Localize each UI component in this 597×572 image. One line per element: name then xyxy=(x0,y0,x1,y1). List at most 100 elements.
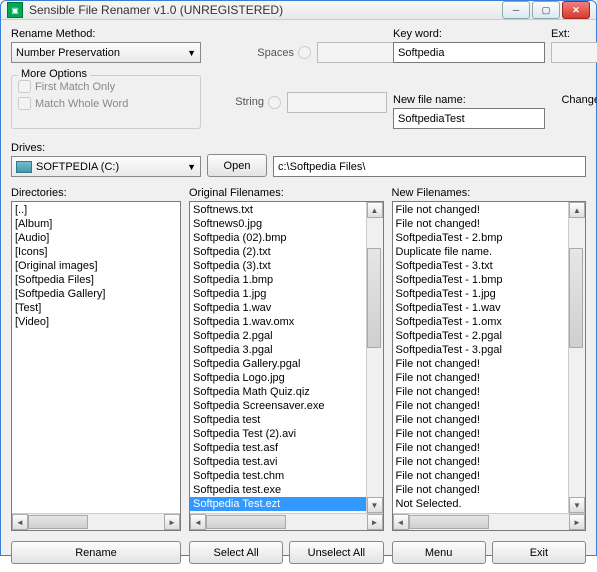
unselect-all-button[interactable]: Unselect All xyxy=(289,541,383,564)
list-item[interactable]: File not changed! xyxy=(393,399,569,413)
list-item[interactable]: File not changed! xyxy=(393,203,569,217)
list-item[interactable]: Duplicate file name. xyxy=(393,245,569,259)
list-item[interactable]: SoftpediaTest - 2.bmp xyxy=(393,231,569,245)
rename-method-value: Number Preservation xyxy=(16,47,120,59)
scroll-right-icon[interactable]: ► xyxy=(569,514,585,530)
scroll-up-icon[interactable]: ▲ xyxy=(569,202,585,218)
list-item[interactable]: File not changed! xyxy=(393,413,569,427)
string-radio-input xyxy=(268,96,281,109)
string-label: String xyxy=(235,96,264,108)
list-item[interactable]: Softnews.txt xyxy=(190,203,366,217)
list-item[interactable]: [Softpedia Gallery] xyxy=(12,287,180,301)
scroll-right-icon[interactable]: ► xyxy=(367,514,383,530)
list-item[interactable]: Softpedia 2.pgal xyxy=(190,329,366,343)
titlebar: ▣ Sensible File Renamer v1.0 (UNREGISTER… xyxy=(1,1,596,20)
vscrollbar[interactable]: ▲ ▼ xyxy=(568,202,585,513)
hscrollbar[interactable]: ◄ ► xyxy=(393,513,586,530)
list-item[interactable]: SoftpediaTest - 3.txt xyxy=(393,259,569,273)
list-item[interactable]: Softpedia (02).bmp xyxy=(190,231,366,245)
scroll-left-icon[interactable]: ◄ xyxy=(190,514,206,530)
list-item[interactable]: SoftpediaTest - 1.omx xyxy=(393,315,569,329)
maximize-button[interactable]: ▢ xyxy=(532,1,560,19)
list-item[interactable]: SoftpediaTest - 2.pgal xyxy=(393,329,569,343)
list-item[interactable]: [Video] xyxy=(12,315,180,329)
list-item[interactable]: Softpedia 1.jpg xyxy=(190,287,366,301)
spaces-radio[interactable]: Spaces xyxy=(257,46,311,59)
scroll-left-icon[interactable]: ◄ xyxy=(393,514,409,530)
scroll-right-icon[interactable]: ► xyxy=(164,514,180,530)
list-item[interactable]: File not changed! xyxy=(393,371,569,385)
list-item[interactable]: Softpedia 3.pgal xyxy=(190,343,366,357)
scroll-left-icon[interactable]: ◄ xyxy=(12,514,28,530)
list-item[interactable]: File not changed! xyxy=(393,427,569,441)
minimize-button[interactable]: ─ xyxy=(502,1,530,19)
list-item[interactable]: Softpedia Logo.jpg xyxy=(190,371,366,385)
list-item[interactable]: Softpedia 1.bmp xyxy=(190,273,366,287)
ext-label: Ext: xyxy=(551,28,597,40)
list-item[interactable]: Softpedia (2).txt xyxy=(190,245,366,259)
open-button[interactable]: Open xyxy=(207,154,267,177)
list-item[interactable]: SoftpediaTest - 3.pgal xyxy=(393,343,569,357)
string-radio[interactable]: String xyxy=(235,96,281,109)
new-filename-input[interactable] xyxy=(393,108,545,129)
original-files-list[interactable]: Softnews.txtSoftnews0.jpgSoftpedia (02).… xyxy=(189,201,384,531)
scroll-down-icon[interactable]: ▼ xyxy=(569,497,585,513)
list-item[interactable]: Softpedia test xyxy=(190,413,366,427)
list-item[interactable]: File not changed! xyxy=(393,469,569,483)
list-item[interactable]: File not changed! xyxy=(393,385,569,399)
list-item[interactable]: Softpedia (3).txt xyxy=(190,259,366,273)
directories-list[interactable]: [..][Album][Audio][Icons][Original image… xyxy=(11,201,181,531)
list-item[interactable]: Softpedia Math Quiz.qiz xyxy=(190,385,366,399)
exit-button[interactable]: Exit xyxy=(492,541,586,564)
list-item[interactable]: Softpedia test.chm xyxy=(190,469,366,483)
new-files-list[interactable]: File not changed!File not changed!Softpe… xyxy=(392,201,587,531)
list-item[interactable]: File not changed! xyxy=(393,483,569,497)
list-item[interactable]: [..] xyxy=(12,203,180,217)
list-item[interactable]: [Test] xyxy=(12,301,180,315)
list-item[interactable]: Softpedia test.exe xyxy=(190,483,366,497)
list-item[interactable]: Softpedia Gallery.pgal xyxy=(190,357,366,371)
list-item[interactable]: Softpedia Test.ezt xyxy=(190,497,366,511)
scroll-down-icon[interactable]: ▼ xyxy=(367,497,383,513)
list-item[interactable]: File not changed! xyxy=(393,357,569,371)
select-all-button[interactable]: Select All xyxy=(189,541,283,564)
list-item[interactable]: File not changed! xyxy=(393,455,569,469)
list-item[interactable]: Softpedia test.avi xyxy=(190,455,366,469)
list-item[interactable]: File not changed! xyxy=(393,217,569,231)
drives-combo[interactable]: SOFTPEDIA (C:) ▼ xyxy=(11,156,201,177)
drive-icon xyxy=(16,161,32,173)
chevron-down-icon: ▼ xyxy=(187,48,196,58)
list-item[interactable]: [Original images] xyxy=(12,259,180,273)
list-item[interactable]: Softpedia 1.wav xyxy=(190,301,366,315)
vscrollbar[interactable]: ▲ ▼ xyxy=(366,202,383,513)
list-item[interactable]: Softpedia Screensaver.exe xyxy=(190,399,366,413)
change-ext-checkbox[interactable]: Change Ext. xyxy=(561,93,597,106)
more-options-title: More Options xyxy=(18,68,90,80)
rename-method-combo[interactable]: Number Preservation ▼ xyxy=(11,42,201,63)
list-item[interactable]: SoftpediaTest - 1.jpg xyxy=(393,287,569,301)
list-item[interactable]: SoftpediaTest - 1.bmp xyxy=(393,273,569,287)
list-item[interactable]: [Audio] xyxy=(12,231,180,245)
hscrollbar[interactable]: ◄ ► xyxy=(190,513,383,530)
spaces-label: Spaces xyxy=(257,47,294,59)
window-title: Sensible File Renamer v1.0 (UNREGISTERED… xyxy=(29,3,502,17)
list-item[interactable]: [Album] xyxy=(12,217,180,231)
list-item[interactable]: Softpedia Test (2).avi xyxy=(190,427,366,441)
list-item[interactable]: [Icons] xyxy=(12,245,180,259)
list-item[interactable]: [Softpedia Files] xyxy=(12,273,180,287)
keyword-input[interactable] xyxy=(393,42,545,63)
list-item[interactable]: Softnews0.jpg xyxy=(190,217,366,231)
path-input[interactable] xyxy=(273,156,586,177)
list-item[interactable]: Softpedia test.asf xyxy=(190,441,366,455)
rename-button[interactable]: Rename xyxy=(11,541,181,564)
list-item[interactable]: SoftpediaTest - 1.wav xyxy=(393,301,569,315)
list-item[interactable]: File not changed! xyxy=(393,441,569,455)
hscrollbar[interactable]: ◄ ► xyxy=(12,513,180,530)
more-options-group: More Options First Match Only Match Whol… xyxy=(11,75,201,129)
menu-button[interactable]: Menu xyxy=(392,541,486,564)
scroll-up-icon[interactable]: ▲ xyxy=(367,202,383,218)
list-item[interactable]: Softpedia 1.wav.omx xyxy=(190,315,366,329)
original-label: Original Filenames: xyxy=(189,187,384,199)
close-button[interactable]: ✕ xyxy=(562,1,590,19)
list-item[interactable]: Not Selected. xyxy=(393,497,569,511)
